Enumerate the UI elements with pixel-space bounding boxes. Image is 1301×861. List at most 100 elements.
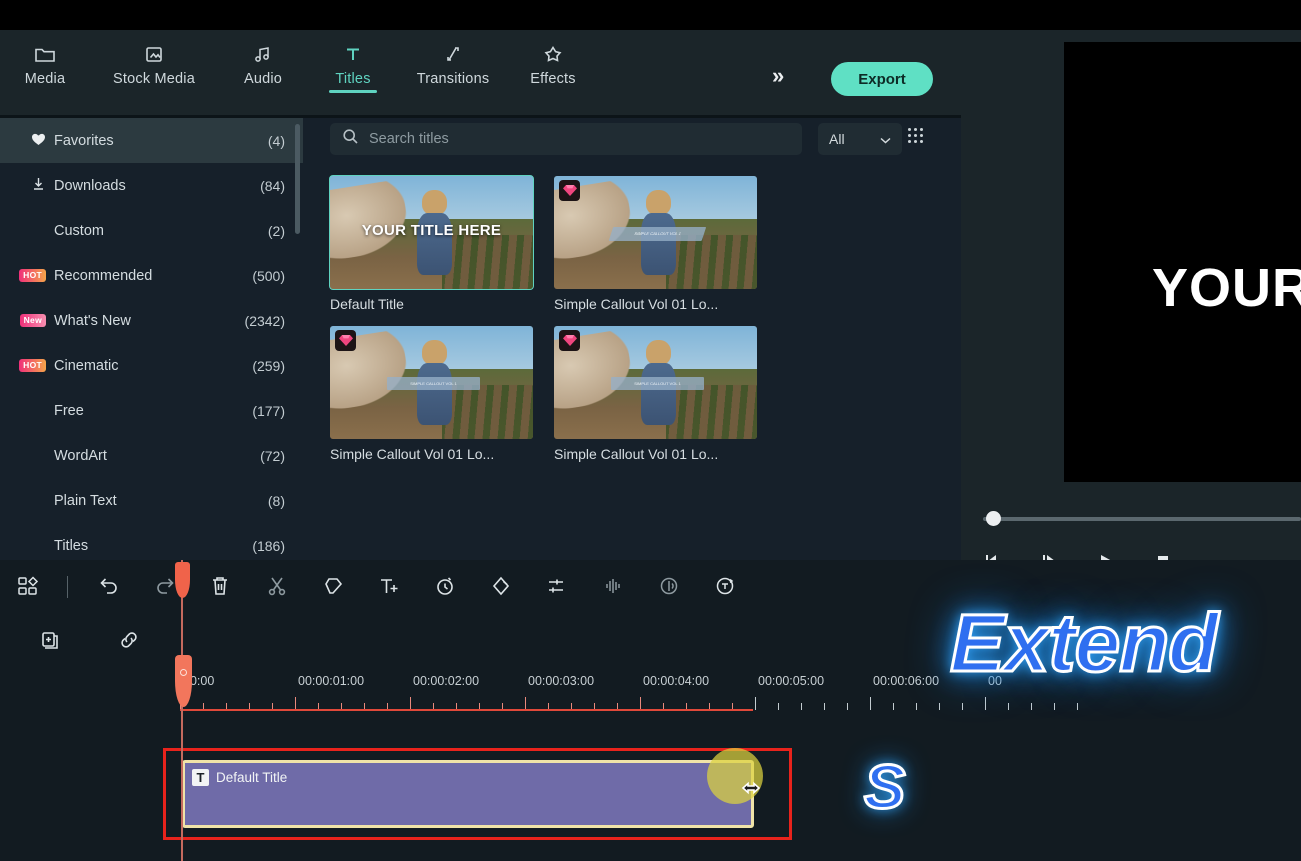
nav-tab-audio-label: Audio bbox=[243, 71, 283, 87]
nav-tab-stock-media-label: Stock Media bbox=[113, 71, 195, 87]
add-text-icon[interactable] bbox=[377, 574, 401, 598]
ruler-tick bbox=[870, 697, 871, 710]
sidebar-item-count: (177) bbox=[252, 402, 285, 419]
sidebar-scrollbar[interactable] bbox=[295, 124, 300, 234]
thumbnail-overlay-text: SIMPLE CALLOUT VOL 1 bbox=[386, 376, 481, 391]
sidebar-item-label: Cinematic bbox=[54, 357, 119, 374]
adjust-sliders-icon[interactable] bbox=[545, 574, 569, 598]
ruler-tick bbox=[778, 703, 779, 710]
music-note-icon bbox=[252, 39, 274, 69]
nav-tab-transitions-label: Transitions bbox=[416, 71, 490, 87]
nav-tab-titles-label: Titles bbox=[335, 71, 371, 87]
nav-tab-effects[interactable]: Effects bbox=[508, 30, 598, 87]
thumbnail-overlay-text: SIMPLE CALLOUT VOL 1 bbox=[610, 376, 705, 391]
search-bar[interactable] bbox=[330, 123, 802, 155]
playhead-handle[interactable] bbox=[175, 562, 190, 598]
sidebar-item-downloads[interactable]: Downloads (84) bbox=[0, 163, 303, 208]
timeline-clip-default-title[interactable]: T Default Title bbox=[182, 760, 754, 828]
more-tabs-chevron-icon[interactable]: » bbox=[772, 63, 784, 89]
ruler-timecode-label: 00:00:03:00 bbox=[528, 674, 595, 688]
sidebar-item-custom[interactable]: Custom (2) bbox=[0, 208, 303, 253]
sidebar-item-badge: HOT bbox=[0, 269, 54, 282]
audio-waveform-icon[interactable] bbox=[601, 574, 625, 598]
playhead-marker-flag[interactable] bbox=[175, 655, 192, 707]
sidebar-item-count: (500) bbox=[252, 267, 285, 284]
title-bar-strip bbox=[0, 0, 1301, 30]
search-input[interactable] bbox=[369, 131, 790, 147]
crop-icon[interactable] bbox=[321, 574, 345, 598]
hot-badge: HOT bbox=[19, 359, 46, 372]
nav-tab-titles[interactable]: Titles bbox=[308, 30, 398, 93]
ruler-tick bbox=[1054, 703, 1055, 710]
hot-badge: HOT bbox=[19, 269, 46, 282]
title-template-item[interactable]: YOUR TITLE HERE Default Title bbox=[329, 175, 534, 312]
shortcut-key-badge: S bbox=[862, 752, 906, 824]
audio-detach-icon[interactable] bbox=[657, 574, 681, 598]
link-icon[interactable] bbox=[117, 628, 141, 657]
sidebar-item-label: Downloads bbox=[54, 177, 126, 194]
sidebar-item-label: Favorites bbox=[54, 132, 114, 149]
category-sidebar[interactable]: Favorites (4) Downloads (84) Custom (2) HOT Rec… bbox=[0, 118, 303, 560]
ruler-tick bbox=[916, 703, 917, 710]
add-track-icon[interactable] bbox=[38, 628, 62, 657]
scrubber-handle[interactable] bbox=[986, 511, 1001, 526]
sidebar-item-recommended[interactable]: HOT Recommended (500) bbox=[0, 253, 303, 298]
sidebar-item-count: (8) bbox=[267, 492, 285, 509]
titles-thumbnail-grid: YOUR TITLE HERE Default Title SIMPLE CALLO… bbox=[329, 175, 950, 476]
title-template-item[interactable]: SIMPLE CALLOUT VOL 1 Simple Callout Vol 0… bbox=[330, 326, 533, 462]
ruler-tick bbox=[1077, 703, 1078, 710]
sidebar-item-label: Free bbox=[54, 402, 84, 419]
toolbar-divider bbox=[67, 576, 68, 598]
sidebar-item-free[interactable]: Free (177) bbox=[0, 388, 303, 433]
playhead-line bbox=[181, 560, 183, 861]
scrubber-track bbox=[983, 517, 1301, 521]
sidebar-item-favorites[interactable]: Favorites (4) bbox=[0, 118, 303, 163]
sidebar-item-wordart[interactable]: WordArt (72) bbox=[0, 433, 303, 478]
auto-reframe-icon[interactable] bbox=[713, 574, 737, 598]
ruler-tick bbox=[755, 697, 756, 710]
title-template-label: Simple Callout Vol 01 Lo... bbox=[554, 296, 719, 312]
sidebar-item-titles[interactable]: Titles (186) bbox=[0, 523, 303, 560]
undo-icon[interactable] bbox=[96, 574, 122, 598]
title-template-label: Default Title bbox=[330, 296, 404, 312]
speed-icon[interactable] bbox=[433, 574, 457, 598]
ruler-timecode-label: 00:00:05:00 bbox=[758, 674, 825, 688]
premium-gem-icon bbox=[559, 330, 580, 351]
download-icon bbox=[31, 176, 46, 195]
nav-tab-transitions[interactable]: Transitions bbox=[398, 30, 508, 87]
resize-cursor-icon bbox=[739, 775, 765, 806]
export-button[interactable]: Export bbox=[831, 62, 933, 96]
stock-media-icon bbox=[143, 39, 165, 69]
video-preview-stage[interactable]: YOUR bbox=[1064, 42, 1301, 482]
ruler-timecode-label: 00:00:04:00 bbox=[643, 674, 710, 688]
title-template-item[interactable]: SIMPLE CALLOUT VOL 1 Simple Callout Vol 0… bbox=[554, 326, 757, 462]
sidebar-item-label: Recommended bbox=[54, 267, 153, 284]
delete-icon[interactable] bbox=[209, 574, 231, 598]
nav-tab-stock-media[interactable]: Stock Media bbox=[90, 30, 218, 87]
title-template-item[interactable]: SIMPLE CALLOUT VOL 1 Simple Callout Vol 0… bbox=[554, 176, 757, 312]
nav-tab-media[interactable]: Media bbox=[0, 30, 90, 87]
grid-view-toggle[interactable] bbox=[908, 128, 923, 143]
ruler-tick bbox=[1031, 703, 1032, 710]
sidebar-item-badge: HOT bbox=[0, 359, 54, 372]
sidebar-item-label: WordArt bbox=[54, 447, 107, 464]
ruler-timecode-label: 00:00:06:00 bbox=[873, 674, 940, 688]
layout-grid-icon[interactable] bbox=[16, 574, 40, 598]
sidebar-item-what-s-new[interactable]: New What's New (2342) bbox=[0, 298, 303, 343]
sidebar-item-count: (259) bbox=[252, 357, 285, 374]
ruler-tick bbox=[939, 703, 940, 710]
sidebar-item-plain-text[interactable]: Plain Text (8) bbox=[0, 478, 303, 523]
playback-scrubber[interactable] bbox=[983, 511, 1301, 526]
sidebar-item-cinematic[interactable]: HOT Cinematic (259) bbox=[0, 343, 303, 388]
title-template-label: Simple Callout Vol 01 Lo... bbox=[554, 446, 719, 462]
heart-icon bbox=[31, 132, 46, 150]
sidebar-item-label: Plain Text bbox=[54, 492, 117, 509]
nav-tab-audio[interactable]: Audio bbox=[218, 30, 308, 87]
sidebar-item-badge bbox=[0, 176, 54, 195]
color-icon[interactable] bbox=[489, 574, 513, 598]
filter-dropdown[interactable]: All bbox=[818, 123, 902, 155]
preview-panel: YOUR bbox=[961, 30, 1301, 567]
chevron-down-icon bbox=[880, 131, 891, 147]
split-scissors-icon[interactable] bbox=[265, 574, 289, 598]
wondershare-filmora-window: Media Stock Media Audio Titles Transitio… bbox=[0, 0, 1301, 861]
